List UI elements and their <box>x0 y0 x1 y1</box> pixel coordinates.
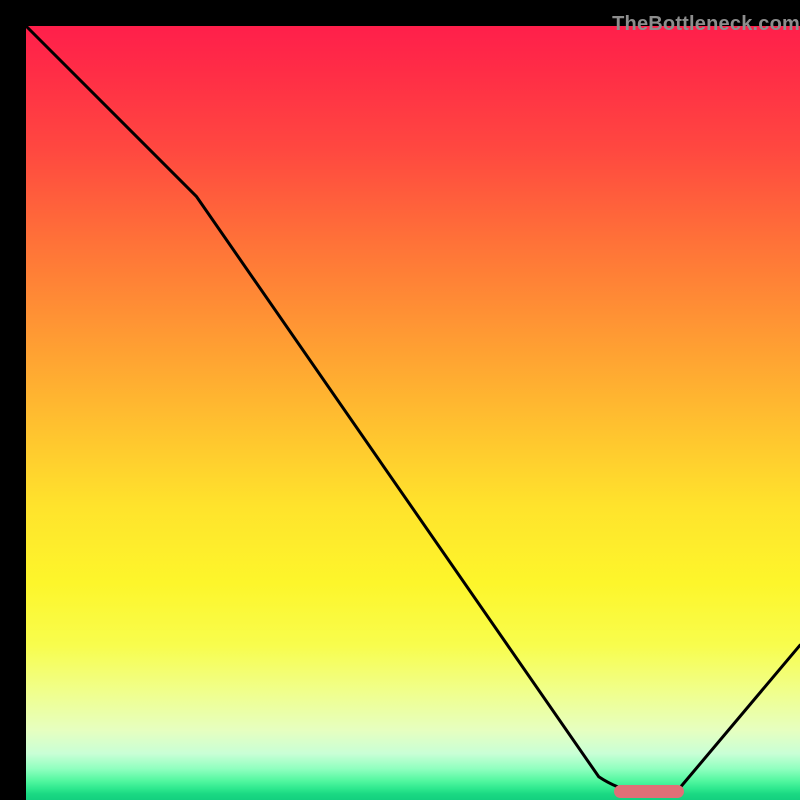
chart-plot-area: TheBottleneck.com <box>26 26 800 800</box>
chart-frame: TheBottleneck.com <box>0 0 800 800</box>
optimal-marker <box>614 785 684 798</box>
bottleneck-curve <box>26 26 800 800</box>
curve-path <box>26 26 800 792</box>
